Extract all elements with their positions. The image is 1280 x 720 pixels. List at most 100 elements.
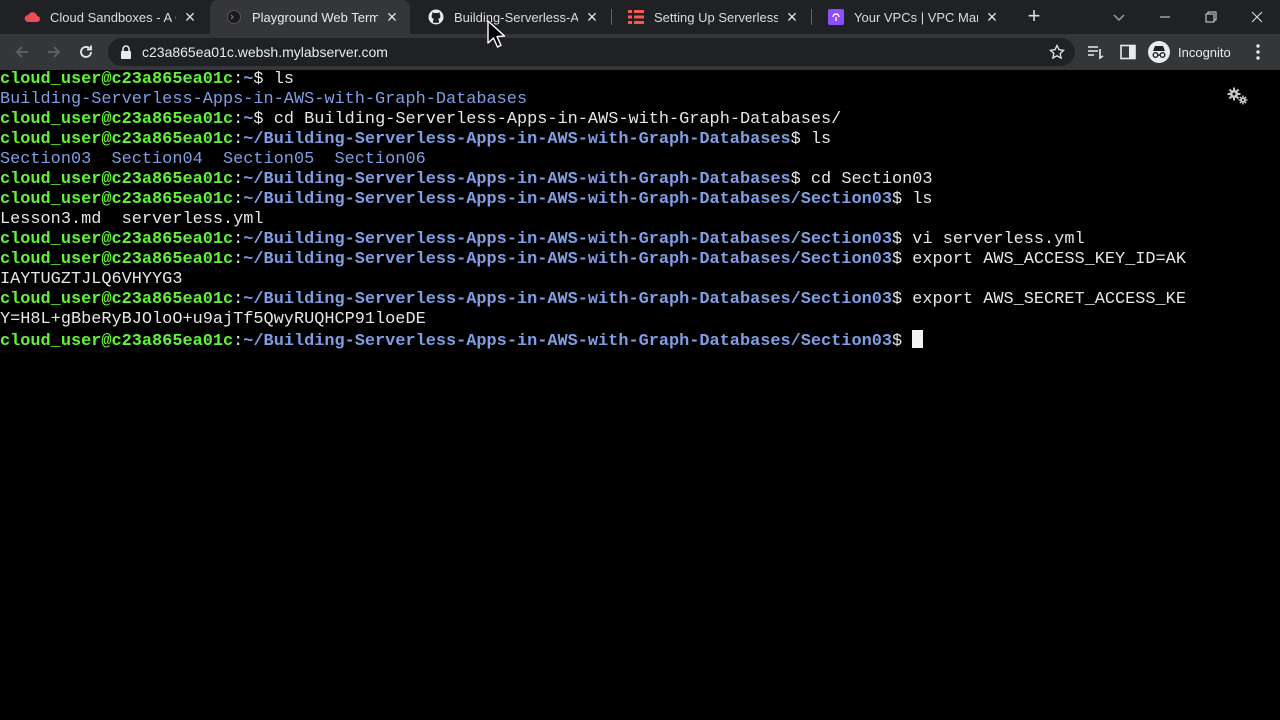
prompt-user: cloud_user@c23a865ea01c	[0, 290, 234, 309]
prompt-path: ~/Building-Serverless-Apps-in-AWS-with-G…	[243, 170, 791, 189]
terminal-output: cloud_user@c23a865ea01c:~$ ls Building-Se…	[0, 70, 1280, 351]
close-icon[interactable]: ✕	[384, 9, 400, 26]
github-icon	[428, 9, 444, 25]
prompt-symbol: $	[253, 70, 274, 89]
browser-toolbar: c23a865ea01c.websh.mylabserver.com Incog…	[0, 34, 1280, 70]
terminal-line: Section03 Section04 Section05 Section06	[0, 150, 1280, 170]
close-icon[interactable]: ✕	[584, 9, 600, 26]
tab-title: Setting Up Serverless Framework	[654, 9, 778, 25]
terminal-settings-button[interactable]	[1226, 86, 1250, 106]
prompt-symbol: $	[892, 290, 913, 309]
prompt-user: cloud_user@c23a865ea01c	[0, 332, 234, 351]
minimize-button[interactable]	[1142, 0, 1188, 34]
command-text: vi serverless.yml	[912, 230, 1085, 249]
prompt-path: ~/Building-Serverless-Apps-in-AWS-with-G…	[243, 332, 892, 351]
directory-listing: Section03 Section04 Section05 Section06	[0, 150, 426, 169]
terminal-line: cloud_user@c23a865ea01c:~/Building-Serve…	[0, 170, 1280, 190]
prompt-separator: :	[233, 290, 244, 309]
prompt-separator: :	[233, 130, 244, 149]
prompt-separator: :	[233, 190, 244, 209]
command-text: cd Section03	[810, 170, 933, 189]
prompt-symbol: $	[253, 110, 274, 129]
tab-your-vpcs[interactable]: Your VPCs | VPC Management Console ✕	[812, 0, 1010, 34]
prompt-path: ~/Building-Serverless-Apps-in-AWS-with-G…	[243, 190, 892, 209]
prompt-separator: :	[233, 332, 244, 351]
prompt-separator: :	[233, 110, 244, 129]
terminal-line: IAYTUGZTJLQ6VHYYG3	[0, 270, 1280, 290]
prompt-separator: :	[233, 70, 244, 89]
command-text: export AWS_ACCESS_KEY_ID=AK	[912, 250, 1186, 269]
output-text: Y=H8L+gBbeRyBJOloO+u9ajTf5QwyRUQHCP91loe…	[0, 310, 426, 329]
tab-search-button[interactable]	[1110, 8, 1128, 26]
prompt-path: ~	[243, 70, 254, 89]
terminal-line: Building-Serverless-Apps-in-AWS-with-Gra…	[0, 90, 1280, 110]
close-window-button[interactable]	[1234, 0, 1280, 34]
command-text: ls	[273, 70, 294, 89]
bookmark-star-icon[interactable]	[1048, 43, 1066, 65]
prompt-user: cloud_user@c23a865ea01c	[0, 130, 234, 149]
prompt-path: ~/Building-Serverless-Apps-in-AWS-with-G…	[243, 290, 892, 309]
incognito-label: Incognito	[1178, 44, 1231, 60]
incognito-profile-button[interactable]: Incognito	[1148, 40, 1231, 64]
prompt-separator: :	[233, 250, 244, 269]
close-icon[interactable]: ✕	[984, 9, 1000, 26]
restore-icon	[1205, 11, 1217, 23]
side-panel-button[interactable]	[1118, 42, 1138, 62]
side-panel-icon	[1120, 44, 1136, 60]
prompt-symbol: $	[892, 230, 913, 249]
more-vertical-icon	[1256, 44, 1260, 60]
web-terminal[interactable]: cloud_user@c23a865ea01c:~$ ls Building-Se…	[0, 70, 1280, 720]
terminal-line: cloud_user@c23a865ea01c:~/Building-Serve…	[0, 190, 1280, 210]
restore-button[interactable]	[1188, 0, 1234, 34]
lock-icon	[120, 45, 132, 64]
terminal-line: cloud_user@c23a865ea01c:~/Building-Serve…	[0, 130, 1280, 150]
text-cursor	[912, 330, 924, 348]
reading-list-button[interactable]	[1086, 42, 1106, 62]
serverless-icon	[628, 9, 644, 25]
terminal-line: cloud_user@c23a865ea01c:~/Building-Serve…	[0, 330, 1280, 351]
minimize-icon	[1160, 16, 1170, 18]
terminal-line: Y=H8L+gBbeRyBJOloO+u9ajTf5QwyRUQHCP91loe…	[0, 310, 1280, 330]
tab-github-repo[interactable]: Building-Serverless-Apps-in-AWS-with-Gra…	[412, 0, 610, 34]
reload-button[interactable]	[74, 40, 98, 64]
tab-strip: Cloud Sandboxes - A Cloud Guru ✕ Playgro…	[0, 0, 1280, 34]
terminal-line: cloud_user@c23a865ea01c:~/Building-Serve…	[0, 230, 1280, 250]
address-bar[interactable]: c23a865ea01c.websh.mylabserver.com	[108, 38, 1075, 66]
tab-title: Playground Web Terminal	[252, 9, 378, 25]
prompt-user: cloud_user@c23a865ea01c	[0, 190, 234, 209]
close-icon[interactable]: ✕	[784, 9, 800, 26]
output-text: IAYTUGZTJLQ6VHYYG3	[0, 270, 183, 289]
tab-playground-web-terminal[interactable]: Playground Web Terminal ✕	[210, 0, 410, 34]
directory-listing: Building-Serverless-Apps-in-AWS-with-Gra…	[0, 90, 528, 109]
tab-cloud-sandboxes[interactable]: Cloud Sandboxes - A Cloud Guru ✕	[8, 0, 208, 34]
close-icon	[1251, 11, 1263, 23]
forward-button[interactable]	[42, 40, 66, 64]
prompt-path: ~	[243, 110, 254, 129]
arrow-left-icon	[15, 46, 28, 58]
tab-serverless-framework[interactable]: Setting Up Serverless Framework ✕	[612, 0, 810, 34]
tab-title: Your VPCs | VPC Management Console	[854, 9, 978, 25]
prompt-path: ~/Building-Serverless-Apps-in-AWS-with-G…	[243, 250, 892, 269]
prompt-symbol: $	[790, 170, 811, 189]
prompt-separator: :	[233, 230, 244, 249]
terminal-line: cloud_user@c23a865ea01c:~/Building-Serve…	[0, 250, 1280, 270]
prompt-user: cloud_user@c23a865ea01c	[0, 70, 234, 89]
prompt-symbol: $	[892, 190, 913, 209]
terminal-line: cloud_user@c23a865ea01c:~$ ls	[0, 70, 1280, 90]
gears-icon	[1227, 87, 1248, 105]
command-text: export AWS_SECRET_ACCESS_KE	[912, 290, 1186, 309]
command-text: ls	[810, 130, 832, 149]
back-button[interactable]	[10, 40, 34, 64]
reload-icon	[80, 45, 92, 58]
browser-menu-button[interactable]	[1248, 42, 1268, 62]
new-tab-button[interactable]: +	[1022, 5, 1046, 29]
prompt-user: cloud_user@c23a865ea01c	[0, 170, 234, 189]
arrow-right-icon	[48, 46, 61, 58]
terminal-icon	[226, 9, 242, 25]
reading-list-icon	[1088, 46, 1104, 60]
prompt-symbol: $	[790, 130, 811, 149]
prompt-separator: :	[233, 170, 244, 189]
cloud-icon	[24, 9, 40, 25]
close-icon[interactable]: ✕	[182, 9, 198, 26]
tab-title: Cloud Sandboxes - A Cloud Guru	[50, 9, 176, 25]
